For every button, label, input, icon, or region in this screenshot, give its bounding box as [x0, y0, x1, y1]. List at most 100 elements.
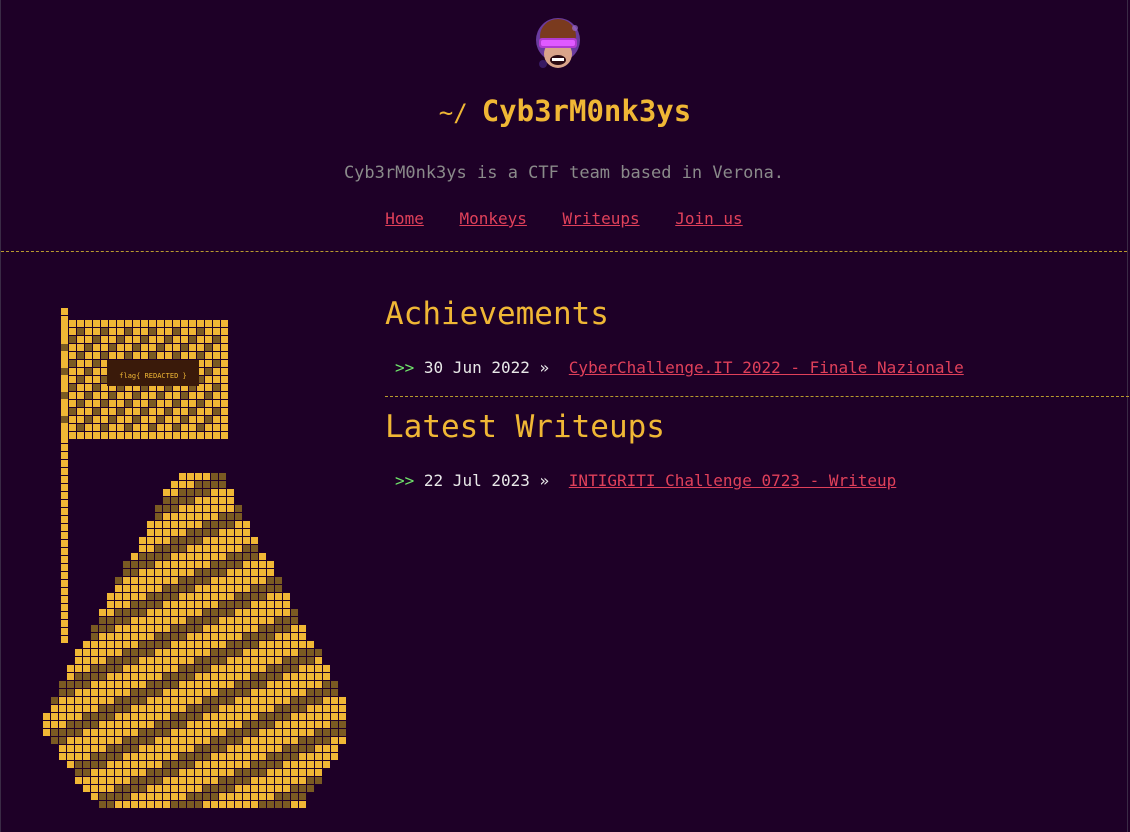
art-pixel	[275, 721, 282, 728]
art-pixel	[147, 681, 154, 688]
art-pixel	[157, 408, 164, 415]
achievement-link[interactable]: CyberChallenge.IT 2022 - Finale Nazional…	[569, 358, 964, 377]
art-pixel	[227, 689, 234, 696]
art-pixel	[283, 697, 290, 704]
art-pixel	[211, 753, 218, 760]
art-pixel	[331, 721, 338, 728]
art-pixel	[155, 697, 162, 704]
art-pixel	[315, 705, 322, 712]
art-pixel	[139, 697, 146, 704]
art-pixel	[275, 737, 282, 744]
art-pixel	[235, 609, 242, 616]
art-pixel	[197, 392, 204, 399]
art-pixel	[85, 384, 92, 391]
art-pixel	[259, 577, 266, 584]
art-pixel	[147, 769, 154, 776]
art-pixel	[67, 729, 74, 736]
art-pixel	[189, 408, 196, 415]
art-pixel	[227, 529, 234, 536]
monkey-avatar-logo[interactable]	[531, 16, 585, 76]
art-pixel	[117, 432, 124, 439]
nav-link-monkeys[interactable]: Monkeys	[459, 209, 526, 228]
art-pixel	[179, 793, 186, 800]
art-pixel	[131, 601, 138, 608]
art-pixel	[189, 328, 196, 335]
art-pixel	[107, 673, 114, 680]
art-pixel	[157, 336, 164, 343]
art-pixel	[77, 360, 84, 367]
art-pixel	[149, 424, 156, 431]
art-pixel	[125, 416, 132, 423]
art-pixel	[93, 328, 100, 335]
art-pixel	[147, 657, 154, 664]
art-pixel	[203, 473, 210, 480]
art-pixel	[141, 424, 148, 431]
art-pixel	[139, 785, 146, 792]
art-pixel	[155, 553, 162, 560]
nav-link-join-us[interactable]: Join us	[675, 209, 742, 228]
art-pixel	[187, 577, 194, 584]
art-pixel	[267, 769, 274, 776]
art-pixel	[315, 729, 322, 736]
art-pixel	[219, 705, 226, 712]
art-pixel	[149, 408, 156, 415]
art-pixel	[275, 649, 282, 656]
art-pixel	[243, 593, 250, 600]
art-pixel	[243, 633, 250, 640]
art-pixel	[299, 713, 306, 720]
art-pixel	[195, 481, 202, 488]
writeup-link[interactable]: INTIGRITI Challenge 0723 - Writeup	[569, 471, 897, 490]
art-pixel	[187, 641, 194, 648]
art-pixel	[267, 577, 274, 584]
art-pixel	[75, 769, 82, 776]
art-pixel	[203, 753, 210, 760]
art-pixel	[85, 368, 92, 375]
art-pixel	[171, 713, 178, 720]
art-pixel	[213, 352, 220, 359]
art-pixel	[339, 713, 346, 720]
art-pixel	[123, 665, 130, 672]
art-pixel	[93, 344, 100, 351]
art-pixel	[203, 777, 210, 784]
art-pixel	[203, 577, 210, 584]
art-pixel	[75, 713, 82, 720]
art-pixel	[61, 620, 68, 627]
art-pixel	[259, 569, 266, 576]
art-pixel	[59, 729, 66, 736]
nav-link-home[interactable]: Home	[385, 209, 424, 228]
art-pixel	[61, 408, 68, 415]
art-pixel	[59, 705, 66, 712]
art-pixel	[141, 416, 148, 423]
art-pixel	[67, 713, 74, 720]
nav-link-writeups[interactable]: Writeups	[563, 209, 640, 228]
art-pixel	[99, 673, 106, 680]
art-pixel	[131, 761, 138, 768]
art-pixel	[187, 737, 194, 744]
art-pixel	[147, 617, 154, 624]
art-pixel	[203, 561, 210, 568]
art-pixel	[131, 593, 138, 600]
art-pixel	[203, 713, 210, 720]
art-pixel	[123, 729, 130, 736]
art-pixel	[195, 689, 202, 696]
art-pixel	[147, 561, 154, 568]
art-pixel	[179, 585, 186, 592]
art-pixel	[331, 697, 338, 704]
art-pixel	[125, 352, 132, 359]
art-pixel	[299, 665, 306, 672]
art-pixel	[61, 508, 68, 515]
art-pixel	[299, 625, 306, 632]
art-pixel	[179, 545, 186, 552]
art-pixel	[205, 400, 212, 407]
art-pixel	[315, 657, 322, 664]
art-pixel	[235, 601, 242, 608]
art-pixel	[243, 569, 250, 576]
art-pixel	[203, 641, 210, 648]
art-pixel	[181, 392, 188, 399]
art-pixel	[235, 577, 242, 584]
art-pixel	[197, 424, 204, 431]
art-pixel	[259, 801, 266, 808]
art-pixel	[69, 368, 76, 375]
art-pixel	[259, 777, 266, 784]
art-pixel	[85, 344, 92, 351]
